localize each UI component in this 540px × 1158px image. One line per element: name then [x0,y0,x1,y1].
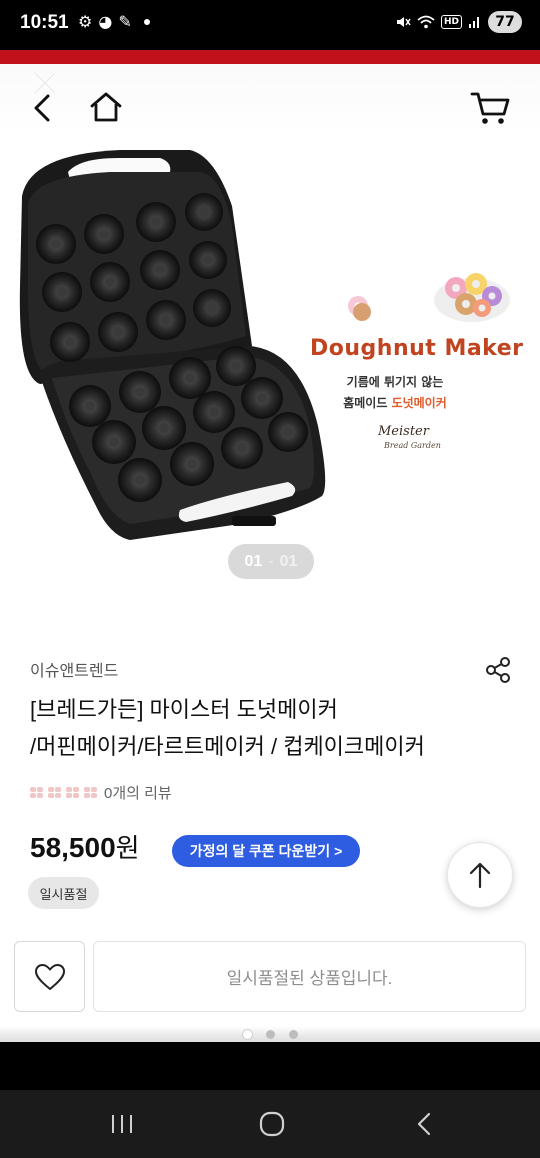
page-dot-active [242,1029,252,1039]
battery-indicator: 77 [488,11,522,33]
product-price: 58,500원 [30,828,140,865]
donut-plate-illustration [348,273,510,322]
rating-summary[interactable]: 0개의 리뷰 [30,782,172,803]
promo-line-2-prefix: 홈메이드 [343,396,392,410]
star-icon [66,786,80,799]
page-current: 01 [244,552,263,570]
coupon-download-button[interactable]: 가정의 달 쿠폰 다운받기 > [172,835,360,867]
system-navigation-bar [0,1090,540,1158]
page-separator: - [268,552,274,570]
status-bar: 10:51 ⚙ ◕ ✎ HD 77 [0,0,540,50]
cart-button[interactable] [468,88,512,128]
wishlist-button[interactable] [14,941,85,1012]
promo-line-2-highlight: 도넛메이커 [391,396,447,410]
system-spacer [0,1042,540,1090]
rating-stars [30,786,98,799]
share-icon [486,657,510,683]
product-title-line-2: /머핀메이커/타르트메이커 / 컵케이크메이커 [30,734,425,759]
heart-icon [34,963,65,990]
signal-icon [469,17,479,28]
home-icon [90,92,122,122]
notification-app-icon: ◕ [98,12,113,31]
screen-page-dots [0,1026,540,1042]
home-nav-button[interactable] [248,1104,296,1144]
more-notifications-dot [143,18,150,25]
promo-line-2: 홈메이드 도넛메이커 [310,394,480,411]
price-value: 58,500 [30,832,116,863]
brand-logo-text: Meister [378,424,429,439]
brand-stripe [0,50,540,64]
review-count: 0개의 리뷰 [104,785,172,802]
star-icon [48,786,62,799]
promo-text-block: Doughnut Maker 기름에 튀기지 않는 홈메이드 도넛메이커 [310,336,530,411]
mute-icon [396,17,411,27]
promo-title: Doughnut Maker [310,336,524,361]
brand-logo-subtext: Bread Garden [384,441,441,450]
hd-icon: HD [440,15,462,29]
page-dot [288,1029,298,1039]
back-nav-icon [417,1112,431,1136]
product-title-line-1: [브레드가든] 마이스터 도넛메이커 [30,697,338,722]
status-badge: 일시품절 [28,877,99,909]
notification-app-icon: ⚙ [78,12,93,31]
promo-line-1: 기름에 튀기지 않는 [346,375,444,389]
home-circle-icon [259,1111,285,1137]
seller-name[interactable]: 이슈앤트렌드 [30,657,118,681]
notification-app-icon: ✎ [118,12,132,31]
status-time: 10:51 [20,12,69,33]
back-icon [34,94,50,122]
back-nav-button[interactable] [400,1104,448,1144]
home-button[interactable] [86,88,126,126]
page-total: 01 [279,552,298,570]
share-button[interactable] [482,654,514,686]
top-nav-bar [0,64,540,136]
recent-apps-button[interactable] [98,1104,146,1144]
price-unit: 원 [115,833,140,863]
scroll-to-top-button[interactable] [447,842,513,908]
recent-apps-icon [112,1115,132,1133]
arrow-up-icon [469,862,491,889]
product-image-carousel[interactable]: Meister Bread Garden Doughnut Maker 기름에 … [0,136,540,606]
cart-icon [470,92,510,124]
star-icon [30,786,44,799]
image-page-indicator: 01 - 01 [228,544,314,579]
star-icon [84,786,98,799]
back-button[interactable] [24,90,60,126]
system-icons: HD 77 [395,11,522,33]
page-dot [265,1029,275,1039]
wifi-icon [417,15,435,29]
product-title: [브레드가든] 마이스터 도넛메이커 /머핀메이커/타르트메이커 / 컵케이크메… [30,691,520,765]
purchase-action-bar: 일시품절된 상품입니다. [0,930,540,1026]
notification-icons: ⚙ ◕ ✎ [78,12,150,31]
soldout-purchase-button[interactable]: 일시품절된 상품입니다. [93,941,526,1012]
